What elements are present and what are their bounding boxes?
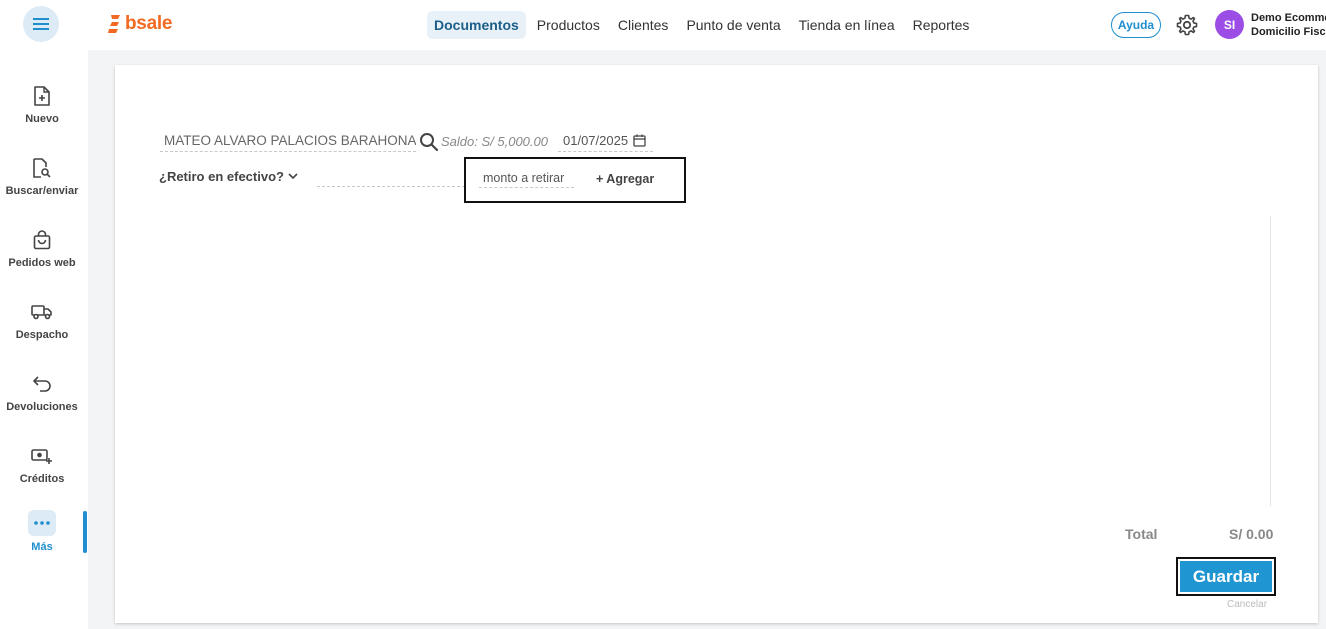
return-arrow-icon <box>30 372 54 396</box>
more-dots-icon <box>28 510 56 536</box>
company-name: Demo Ecommerce <box>1251 12 1326 24</box>
bsale-logo[interactable]: bsale <box>108 13 172 35</box>
logo-text: bsale <box>125 13 173 34</box>
guardar-button[interactable]: Guardar <box>1180 561 1272 592</box>
retiro-label: ¿Retiro en efectivo? <box>159 169 284 184</box>
sidebar-item-despacho[interactable]: Despacho <box>0 290 84 354</box>
cancelar-link[interactable]: Cancelar <box>1227 599 1267 610</box>
truck-icon <box>30 300 54 324</box>
help-button[interactable]: Ayuda <box>1111 12 1161 38</box>
nav-punto-de-venta[interactable]: Punto de venta <box>679 11 787 39</box>
retiro-field-underline <box>317 186 465 187</box>
sidebar-item-label: Más <box>31 541 53 553</box>
sidebar-item-label: Créditos <box>19 473 65 485</box>
sidebar-item-label: Pedidos web <box>8 257 76 269</box>
company-location: Domicilio Fiscal <box>1251 26 1326 38</box>
hamburger-menu-button[interactable] <box>23 6 59 42</box>
company-info[interactable]: Demo Ecommerce Domicilio Fiscal <box>1251 11 1326 39</box>
avatar[interactable]: SI <box>1215 10 1244 39</box>
sidebar-item-buscar-enviar[interactable]: Buscar/enviar <box>0 146 84 210</box>
sidebar-item-label: Devoluciones <box>6 401 78 413</box>
chevron-down-icon <box>288 173 298 180</box>
file-search-icon <box>30 156 54 180</box>
sidebar-item-mas[interactable]: Más <box>0 506 84 570</box>
main-nav: Documentos Productos Clientes Punto de v… <box>427 11 980 39</box>
saldo-text: Saldo: S/ 5,000.00 <box>441 134 548 149</box>
sidebar-item-label: Buscar/enviar <box>5 185 79 197</box>
client-field[interactable]: MATEO ALVARO PALACIOS BARAHONA <box>160 130 416 152</box>
sidebar-item-label: Despacho <box>15 329 69 341</box>
nav-tienda-en-linea[interactable]: Tienda en línea <box>792 11 902 39</box>
money-plus-icon <box>30 444 54 468</box>
sidebar-item-pedidos-web[interactable]: Pedidos web <box>0 218 84 282</box>
file-plus-icon <box>30 84 54 108</box>
nav-clientes[interactable]: Clientes <box>611 11 676 39</box>
nav-documentos[interactable]: Documentos <box>427 11 526 39</box>
agregar-button[interactable]: + Agregar <box>596 172 654 186</box>
bsale-logo-mark <box>108 15 120 33</box>
sidebar-item-devoluciones[interactable]: Devoluciones <box>0 362 84 426</box>
top-bar: bsale Documentos Productos Clientes Punt… <box>0 0 1326 50</box>
shopping-bag-icon <box>30 228 54 252</box>
calendar-icon[interactable] <box>633 134 646 147</box>
search-icon[interactable] <box>419 132 439 152</box>
hamburger-icon <box>33 18 49 30</box>
total-value: S/ 0.00 <box>1229 526 1274 542</box>
nav-reportes[interactable]: Reportes <box>906 11 977 39</box>
sidebar-item-label: Nuevo <box>25 113 59 125</box>
retiro-efectivo-toggle[interactable]: ¿Retiro en efectivo? <box>159 169 298 184</box>
sidebar-item-nuevo[interactable]: Nuevo <box>0 74 84 138</box>
active-indicator <box>83 511 87 553</box>
monto-retirar-input[interactable] <box>479 168 574 188</box>
sidebar-item-creditos[interactable]: Créditos <box>0 434 84 498</box>
nav-productos[interactable]: Productos <box>530 11 607 39</box>
divider <box>1270 216 1271 506</box>
total-label: Total <box>1125 526 1158 542</box>
gear-icon[interactable] <box>1175 13 1199 37</box>
sidebar: Nuevo Buscar/enviar Pedidos web Despacho… <box>0 50 88 629</box>
